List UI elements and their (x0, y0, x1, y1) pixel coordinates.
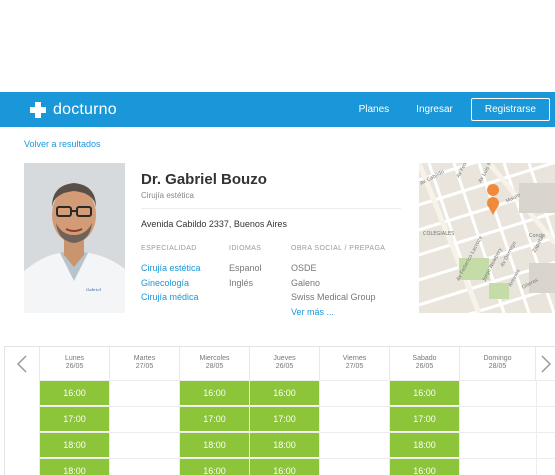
calendar-col-line (109, 380, 110, 475)
time-slot[interactable]: 16:00 (250, 459, 319, 475)
day-name: Sabado (412, 355, 437, 362)
day-date: 26/05 (415, 363, 434, 370)
day-date: 27/05 (345, 363, 364, 370)
nav-link-planes[interactable]: Planes (359, 104, 390, 115)
day-header-jueves: Jueves 26/05 (249, 347, 319, 380)
calendar-col-line (536, 380, 537, 475)
time-slot[interactable]: 18:00 (40, 433, 109, 457)
time-slot[interactable]: 18:00 (180, 433, 249, 457)
time-slot[interactable]: 18:00 (250, 433, 319, 457)
time-slot[interactable]: 17:00 (390, 407, 459, 431)
chevron-right-icon (541, 354, 551, 373)
day-header-miercoles: Miercoles 28/05 (179, 347, 249, 380)
day-header-martes: Martes 27/05 (109, 347, 179, 380)
day-header-viernes: Viernes 27/05 (319, 347, 389, 380)
chevron-left-icon (16, 354, 27, 373)
day-date: 27/05 (135, 363, 154, 370)
svg-text:Gabriel: Gabriel (86, 287, 102, 292)
time-slot[interactable]: 16:00 (40, 381, 109, 405)
day-name: Domingo (483, 355, 512, 362)
back-to-results-link[interactable]: Volver a resultados (24, 139, 101, 149)
day-name: Martes (133, 355, 156, 362)
languages-header: IDIOMAS (229, 245, 262, 252)
calendar-col-line (319, 380, 320, 475)
specialty-item[interactable]: Ginecología (141, 276, 201, 291)
time-slot[interactable]: 17:00 (40, 407, 109, 431)
map-street-label: Conde (529, 233, 545, 239)
insurance-item: OSDE (291, 263, 317, 273)
day-name: Lunes (64, 355, 85, 362)
day-header-domingo: Domingo 28/05 (459, 347, 536, 380)
nav-right: Planes Ingresar Registrarse (359, 98, 550, 121)
language-item: Inglés (229, 277, 254, 288)
time-slot[interactable]: 18:00 (40, 459, 109, 475)
day-name: Miercoles (199, 355, 230, 362)
specialty-header: ESPECIALIDAD (141, 245, 197, 252)
time-slot[interactable]: 17:00 (180, 407, 249, 431)
insurance-column: OBRA SOCIAL / PREPAGA OSDE Galeno Swiss … (291, 245, 385, 319)
divider (141, 208, 401, 209)
specialty-item[interactable]: Cirujía médica (141, 290, 201, 305)
time-slot[interactable]: 16:00 (250, 381, 319, 405)
day-date: 26/05 (65, 363, 84, 370)
map-image: Av Cabildo Av Federico L Av Luis María C… (419, 163, 555, 313)
insurance-item: Galeno (291, 277, 321, 288)
time-slot[interactable]: 16:00 (180, 381, 249, 405)
see-more-link[interactable]: Ver más ... (291, 305, 385, 320)
specialty-column: ESPECIALIDAD Cirujía estética Ginecologí… (141, 245, 201, 305)
location-map[interactable]: Av Cabildo Av Federico L Av Luis María C… (419, 163, 555, 313)
day-name: Viernes (342, 355, 367, 362)
doctor-specialty: Cirujía estética (141, 191, 194, 200)
medical-cross-icon (30, 101, 46, 118)
day-date: 28/05 (205, 363, 224, 370)
time-slot[interactable]: 18:00 (390, 433, 459, 457)
day-header-sabado: Sabado 26/05 (389, 347, 459, 380)
doctor-name: Dr. Gabriel Bouzo (141, 171, 267, 188)
calendar-next-button[interactable] (536, 347, 555, 380)
time-slot[interactable]: 17:00 (250, 407, 319, 431)
time-slot[interactable]: 16:00 (180, 459, 249, 475)
appointment-calendar: Lunes 26/05 Martes 27/05 Miercoles 28/05… (4, 346, 555, 475)
calendar-col-line (459, 380, 460, 475)
insurance-item: Swiss Medical Group (291, 292, 376, 302)
map-street-label: COLEGIALES (423, 231, 454, 237)
register-button[interactable]: Registrarse (470, 98, 550, 121)
day-date: 28/05 (488, 363, 507, 370)
languages-column: IDIOMAS Espanol Inglés (229, 245, 262, 290)
doctor-photo: Gabriel (24, 163, 125, 313)
nav-link-ingresar[interactable]: Ingresar (416, 104, 453, 115)
specialty-item[interactable]: Cirujía estética (141, 261, 201, 276)
doctor-portrait-image: Gabriel (24, 163, 125, 313)
day-name: Jueves (273, 355, 296, 362)
calendar-prev-button[interactable] (5, 347, 38, 380)
page: docturno Planes Ingresar Registrarse Vol… (0, 0, 555, 475)
navbar: docturno Planes Ingresar Registrarse (0, 92, 555, 127)
time-slot[interactable]: 16:00 (390, 459, 459, 475)
insurance-header: OBRA SOCIAL / PREPAGA (291, 245, 386, 252)
doctor-address: Avenida Cabildo 2337, Buenos Aires (141, 219, 287, 229)
language-item: Espanol (229, 263, 262, 273)
brand-name: docturno (53, 100, 117, 118)
brand-logo[interactable]: docturno (29, 101, 117, 119)
day-header-lunes: Lunes 26/05 (39, 347, 109, 380)
day-date: 26/05 (275, 363, 294, 370)
time-slot[interactable]: 16:00 (390, 381, 459, 405)
